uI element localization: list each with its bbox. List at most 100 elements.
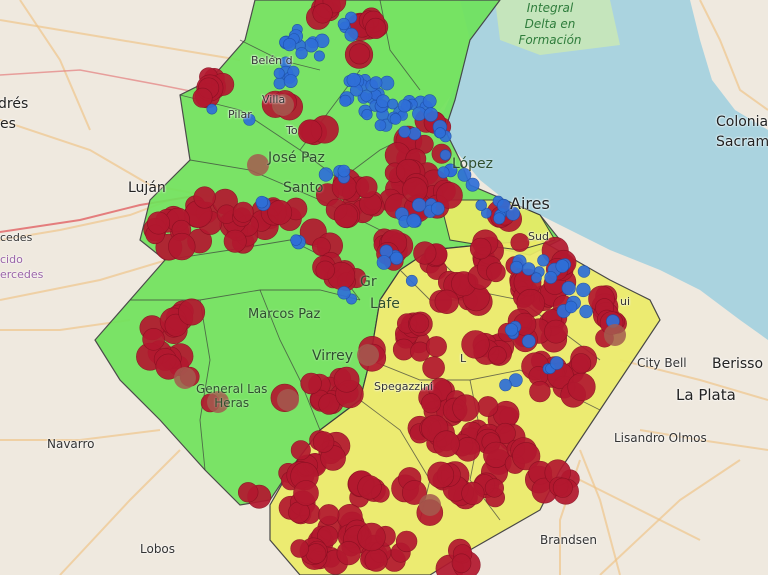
- marker-blue: [273, 67, 285, 79]
- marker-blue: [561, 281, 576, 296]
- marker-blue: [521, 262, 536, 276]
- marker-blue: [521, 334, 536, 349]
- marker-blue: [437, 166, 450, 179]
- marker-blue: [499, 378, 512, 392]
- marker-blue: [496, 198, 511, 213]
- marker-blue: [576, 282, 591, 298]
- marker-red: [364, 548, 388, 572]
- place-label-jose-paz: José Paz: [268, 150, 325, 166]
- map-canvas[interactable]: [0, 0, 768, 575]
- marker-red: [238, 482, 259, 503]
- marker-blue: [390, 251, 404, 265]
- marker-red: [357, 522, 386, 552]
- marker-blue: [337, 17, 350, 31]
- marker-blue: [439, 149, 452, 161]
- marker-red: [290, 440, 311, 461]
- marker-red: [315, 260, 335, 280]
- marker-red: [552, 477, 573, 498]
- marker-red: [486, 262, 506, 283]
- marker-blue: [406, 213, 421, 228]
- marker-blue: [273, 77, 286, 90]
- place-label-sud: Sud: [528, 230, 549, 243]
- marker-blue: [579, 304, 593, 319]
- place-label-navarro: Navarro: [47, 437, 95, 451]
- place-label-sacram: Sacram: [716, 134, 768, 150]
- marker-red: [357, 475, 382, 500]
- marker-blue: [423, 107, 439, 122]
- place-label-lopez: López: [452, 156, 493, 172]
- marker-red: [305, 543, 327, 564]
- place-label-es: es: [0, 116, 16, 132]
- marker-red: [529, 380, 551, 403]
- marker-red: [193, 186, 216, 209]
- place-label-pilar: Pilar: [228, 108, 252, 121]
- marker-blue: [475, 199, 487, 211]
- marker-faded: [604, 324, 626, 346]
- marker-red: [427, 461, 455, 489]
- place-label-cido: cido: [0, 253, 23, 266]
- place-label-lujan: Luján: [128, 180, 166, 196]
- marker-red: [395, 530, 418, 553]
- marker-blue: [337, 286, 351, 300]
- marker-red: [168, 232, 196, 261]
- place-label-to: To: [286, 124, 298, 137]
- marker-red: [413, 241, 437, 265]
- place-label-villa: Villa: [262, 93, 286, 106]
- marker-red: [147, 211, 171, 235]
- place-label-aires: Aires: [510, 194, 550, 213]
- water-label-delta: Integral Delta en Formación: [518, 1, 582, 47]
- marker-blue: [313, 50, 325, 62]
- marker-blue: [389, 113, 402, 125]
- marker-blue: [337, 164, 351, 178]
- marker-red: [293, 480, 319, 506]
- marker-red: [434, 289, 459, 314]
- marker-blue: [405, 274, 418, 287]
- marker-blue: [422, 94, 437, 109]
- marker-red: [355, 176, 378, 199]
- marker-blue: [290, 234, 302, 246]
- marker-red: [488, 345, 507, 365]
- marker-blue: [504, 323, 519, 337]
- place-label-andres: drés: [0, 96, 29, 112]
- marker-blue: [577, 265, 591, 278]
- place-label-ui: ui: [620, 295, 631, 308]
- marker-red: [409, 313, 430, 334]
- marker-red: [333, 366, 360, 393]
- place-label-city-bell: City Bell: [637, 356, 687, 370]
- marker-red: [267, 199, 293, 225]
- marker-blue: [295, 47, 308, 60]
- marker-red: [300, 372, 322, 395]
- marker-red: [544, 319, 568, 344]
- marker-red: [452, 394, 480, 422]
- marker-blue: [555, 259, 570, 273]
- place-label-belen: Belén d: [251, 54, 293, 67]
- marker-blue: [564, 300, 578, 314]
- map-view[interactable]: Integral Delta en Formación drés es Lujá…: [0, 0, 768, 575]
- marker-red: [510, 233, 530, 252]
- marker-faded: [357, 344, 379, 366]
- place-label-lafe: Lafe: [370, 296, 400, 312]
- marker-blue: [283, 74, 298, 88]
- place-label-brandsen: Brandsen: [540, 533, 597, 547]
- marker-red: [432, 430, 460, 458]
- marker-faded: [419, 494, 441, 516]
- marker-blue: [255, 195, 268, 209]
- marker-blue: [434, 127, 446, 139]
- marker-red: [336, 540, 361, 566]
- marker-red: [312, 431, 335, 453]
- marker-blue: [531, 272, 542, 284]
- marker-blue: [537, 254, 550, 267]
- place-label-gr: Gr: [360, 274, 377, 290]
- marker-blue: [510, 260, 523, 274]
- marker-red: [461, 481, 485, 506]
- place-label-colonia: Colonia: [716, 114, 768, 130]
- marker-red: [365, 17, 387, 39]
- marker-red: [421, 393, 442, 414]
- marker-faded: [247, 154, 269, 176]
- marker-red: [312, 3, 333, 24]
- marker-blue: [412, 197, 427, 213]
- marker-blue: [397, 99, 412, 113]
- marker-blue: [283, 37, 297, 52]
- marker-red: [570, 353, 592, 374]
- place-label-lobos: Lobos: [140, 542, 176, 556]
